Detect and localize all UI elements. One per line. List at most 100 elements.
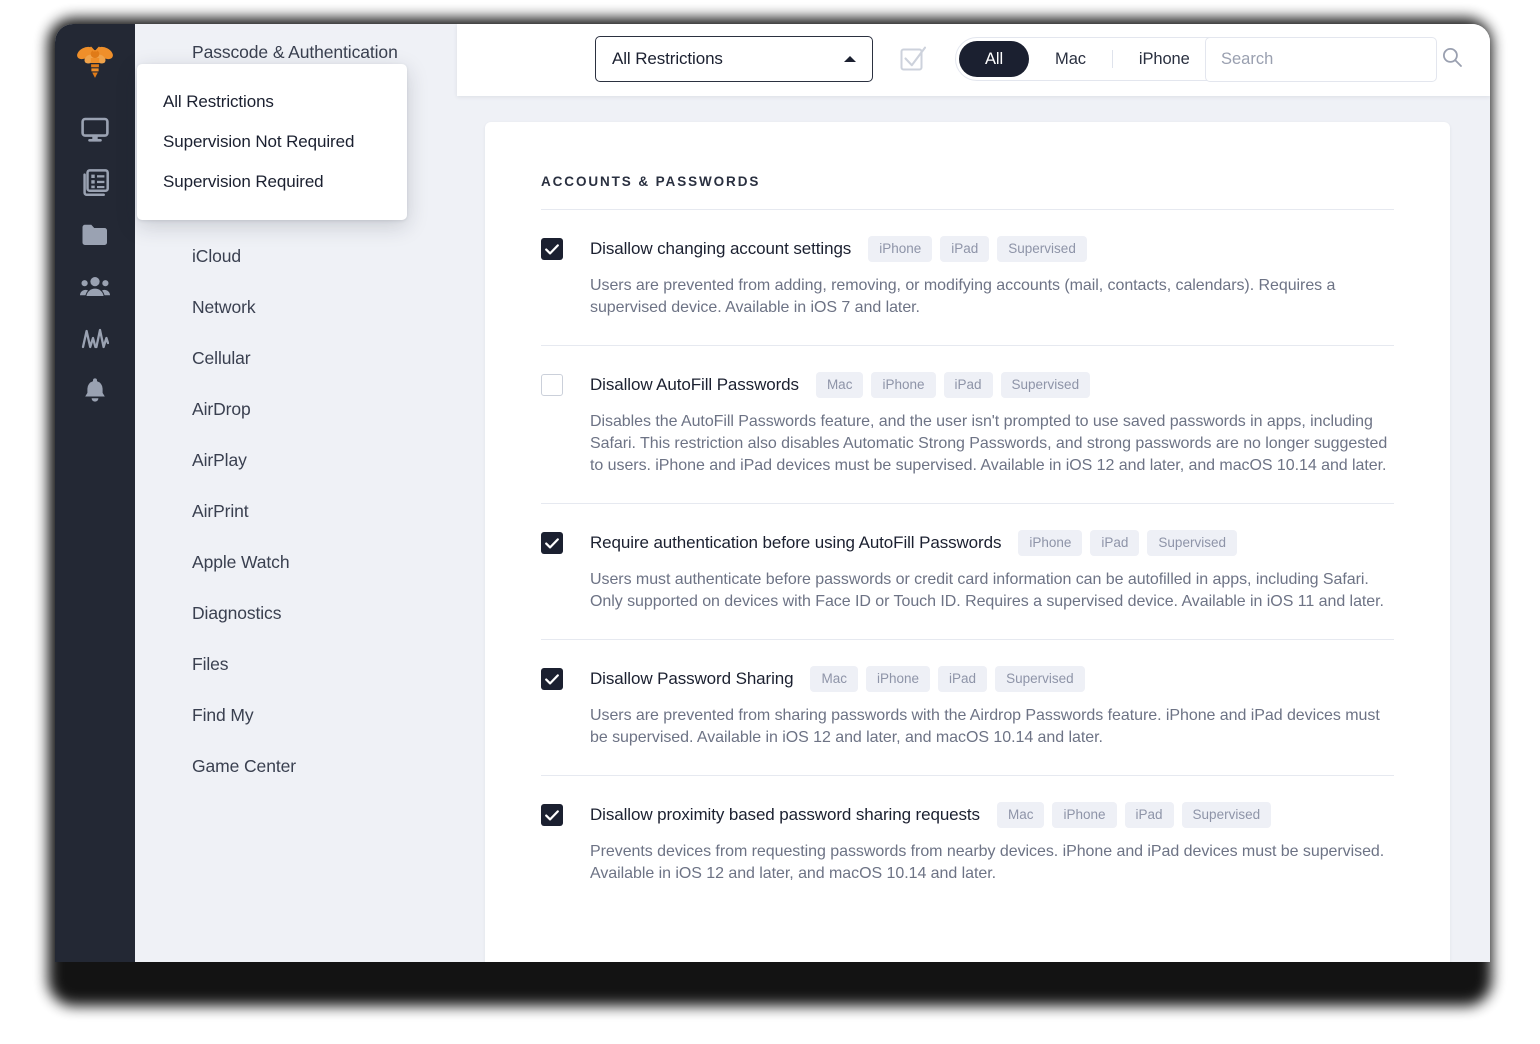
platform-badges: Mac iPhone iPad Supervised (996, 802, 1272, 828)
platform-badge-iphone: iPhone (868, 236, 933, 262)
restriction-row: Disallow changing account settings iPhone… (541, 210, 1394, 345)
sidebar-item-label: Network (192, 297, 256, 317)
sidebar-item-label: iCloud (192, 246, 242, 266)
rail-item-analytics[interactable] (69, 312, 121, 364)
bee-logo-icon (72, 40, 118, 86)
search-input[interactable] (1221, 50, 1441, 69)
rail-item-users[interactable] (69, 260, 121, 312)
dropdown-option-all-restrictions[interactable]: All Restrictions (137, 82, 407, 122)
restrictions-list: Disallow changing account settings iPhone… (541, 210, 1394, 911)
restriction-checkbox-unchecked[interactable] (541, 374, 563, 396)
sidebar-item-label: AirPrint (192, 501, 249, 521)
sidebar-item-label: AirPlay (192, 450, 247, 470)
checkbox-check-icon (900, 46, 927, 71)
search-icon (1441, 46, 1463, 73)
sidebar-item-files[interactable]: Files (135, 639, 457, 690)
platform-badge-iphone: iPhone (866, 666, 931, 692)
restriction-description: Disables the AutoFill Passwords feature,… (590, 413, 1388, 474)
platform-filter-all[interactable]: All (959, 41, 1030, 77)
analytics-icon (81, 326, 109, 350)
restriction-label: Disallow Password Sharing (590, 669, 794, 688)
platform-filter-mac[interactable]: Mac (1029, 41, 1112, 77)
sidebar-item-find-my[interactable]: Find My (135, 690, 457, 741)
restriction-filter-dropdown: All Restrictions Supervision Not Required… (137, 64, 407, 220)
rail-item-library[interactable] (69, 208, 121, 260)
platform-badge-supervised: Supervised (1181, 802, 1272, 828)
sidebar-item-label: Passcode & Authentication (192, 42, 398, 62)
rail-item-computers[interactable] (69, 104, 121, 156)
sidebar-item-cellular[interactable]: Cellular (135, 333, 457, 384)
desktop-backdrop: Autonomous Single App ModePasscode & Aut… (0, 0, 1540, 1044)
restriction-row: Disallow Password Sharing Mac iPhone iPad Su… (541, 639, 1394, 775)
platform-badges: iPhone iPad Supervised (868, 236, 1087, 262)
restriction-header: Disallow proximity based password sharin… (541, 802, 1394, 828)
sidebar-item-airplay[interactable]: AirPlay (135, 435, 457, 486)
users-icon (80, 275, 110, 297)
restriction-description: Prevents devices from requesting passwor… (590, 843, 1385, 882)
platform-badges: Mac iPhone iPad Supervised (810, 666, 1085, 692)
restriction-row: Require authentication before using Auto… (541, 503, 1394, 639)
monitor-icon (81, 117, 109, 143)
sidebar-item-label: AirDrop (192, 399, 251, 419)
platform-badge-supervised: Supervised (1000, 372, 1091, 398)
rail-item-blueprints[interactable] (69, 156, 121, 208)
platform-badge-supervised: Supervised (1147, 530, 1237, 556)
main-panel: All Restrictions AllMaciPhoneiPad (457, 24, 1490, 962)
sidebar-item-label: Diagnostics (192, 603, 282, 623)
sidebar-item-apple-watch[interactable]: Apple Watch (135, 537, 457, 588)
restriction-checkbox-checked[interactable] (541, 238, 563, 260)
chevron-up-icon (844, 56, 856, 62)
restriction-filter-select[interactable]: All Restrictions (595, 36, 873, 82)
platform-badges: iPhone iPad Supervised (1018, 530, 1237, 556)
platform-badge-ipad: iPad (940, 236, 990, 262)
dropdown-option-supervision-not-required[interactable]: Supervision Not Required (137, 122, 407, 162)
bell-icon (83, 377, 107, 403)
sidebar-item-airdrop[interactable]: AirDrop (135, 384, 457, 435)
sidebar-item-label: Cellular (192, 348, 251, 368)
restriction-filter-value: All Restrictions (612, 49, 723, 68)
restriction-checkbox-checked[interactable] (541, 532, 563, 554)
select-all-checkbox[interactable] (895, 40, 931, 76)
platform-filter-iphone[interactable]: iPhone (1113, 41, 1216, 77)
platform-badges: Mac iPhone iPad Supervised (815, 372, 1091, 398)
platform-badge-iphone: iPhone (1018, 530, 1083, 556)
sidebar-item-icloud[interactable]: iCloud (135, 231, 457, 282)
platform-badge-mac: Mac (815, 372, 864, 398)
dropdown-option-supervision-required[interactable]: Supervision Required (137, 162, 407, 202)
platform-badge-supervised: Supervised (997, 236, 1087, 262)
restriction-header: Require authentication before using Auto… (541, 530, 1394, 556)
restriction-header: Disallow AutoFill Passwords Mac iPhone iPad… (541, 372, 1394, 398)
platform-badge-ipad: iPad (1090, 530, 1140, 556)
blueprint-icon (82, 168, 109, 196)
platform-badge-iphone: iPhone (871, 372, 936, 398)
restriction-label: Disallow changing account settings (590, 239, 852, 258)
sidebar-item-game-center[interactable]: Game Center (135, 741, 457, 792)
restriction-label: Disallow AutoFill Passwords (590, 375, 799, 394)
platform-badge-supervised: Supervised (995, 666, 1085, 692)
sidebar-item-airprint[interactable]: AirPrint (135, 486, 457, 537)
folder-icon (81, 223, 109, 246)
restriction-description: Users must authenticate before passwords… (590, 571, 1384, 610)
platform-badge-iphone: iPhone (1052, 802, 1117, 828)
toolbar: All Restrictions AllMaciPhoneiPad (457, 24, 1490, 96)
platform-badge-ipad: iPad (943, 372, 993, 398)
restriction-description: Users are prevented from adding, removin… (590, 277, 1336, 316)
restriction-checkbox-checked[interactable] (541, 804, 563, 826)
sidebar-item-label: Apple Watch (192, 552, 290, 572)
section-title: ACCOUNTS & PASSWORDS (541, 174, 761, 189)
sidebar-item-diagnostics[interactable]: Diagnostics (135, 588, 457, 639)
platform-badge-ipad: iPad (1124, 802, 1174, 828)
restriction-checkbox-checked[interactable] (541, 668, 563, 690)
restriction-description: Users are prevented from sharing passwor… (590, 707, 1380, 746)
sidebar-item-label: Files (192, 654, 229, 674)
sidebar-item-network[interactable]: Network (135, 282, 457, 333)
restriction-row: Disallow proximity based password sharin… (541, 775, 1394, 911)
restriction-label: Require authentication before using Auto… (590, 533, 1002, 552)
restriction-row: Disallow AutoFill Passwords Mac iPhone iPad… (541, 345, 1394, 503)
restriction-header: Disallow Password Sharing Mac iPhone iPad Su… (541, 666, 1394, 692)
search-box[interactable] (1205, 37, 1462, 82)
platform-badge-mac: Mac (996, 802, 1045, 828)
platform-badge-mac: Mac (810, 666, 858, 692)
rail-item-notifications[interactable] (69, 364, 121, 416)
restrictions-card: ACCOUNTS & PASSWORDS Disallow changing a… (485, 122, 1450, 962)
